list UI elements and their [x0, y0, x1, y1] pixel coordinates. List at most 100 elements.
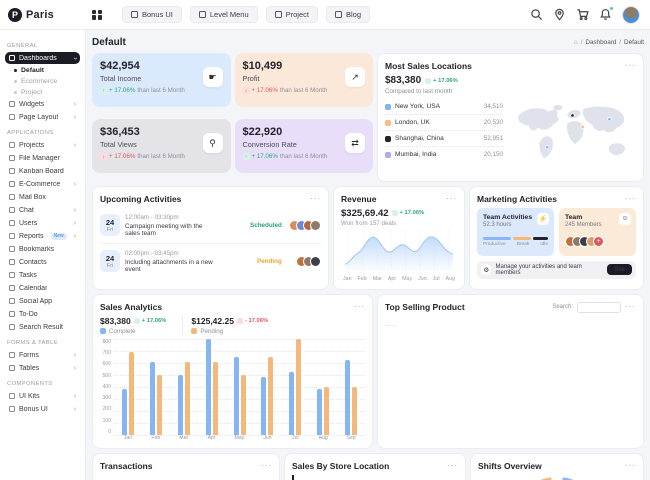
sidebar-item-kanban-board[interactable]: Kanban Board — [5, 165, 80, 177]
bar-complete[interactable] — [206, 339, 211, 435]
add-member-button[interactable]: + — [593, 236, 604, 247]
see-button[interactable]: See — [607, 264, 632, 275]
widgets-icon — [9, 101, 15, 107]
revenue-subtitle: Won from 157 deals — [341, 220, 457, 227]
product-search-input[interactable] — [577, 302, 621, 313]
sales-analytics-card: Sales Analytics ··· $83,380 + 17.06% Com… — [92, 294, 373, 449]
ui-kits-icon — [9, 393, 15, 399]
bar-complete[interactable] — [122, 389, 127, 435]
home-icon[interactable]: ⌂ — [574, 39, 578, 46]
notifications-bell-icon[interactable] — [599, 8, 612, 21]
breadcrumb-default[interactable]: Default — [624, 39, 644, 46]
sidebar-item-tables[interactable]: Tables› — [5, 362, 80, 374]
sidebar-nav: GENERALDashboards›DefaultEcommerceProjec… — [5, 43, 80, 415]
cart-icon[interactable] — [576, 8, 589, 21]
nav-button-level-menu[interactable]: Level Menu — [190, 6, 258, 23]
card-menu-icon[interactable]: ··· — [625, 195, 636, 203]
bullet-icon — [14, 91, 17, 94]
card-menu-icon[interactable]: ··· — [447, 462, 458, 470]
color-swatch — [385, 152, 391, 158]
card-menu-icon[interactable]: ··· — [625, 62, 636, 70]
team-tile: ☺ Team 245 Members + — [559, 208, 636, 256]
sidebar-item-label: E-Commerce — [19, 181, 60, 188]
sidebar-item-file-manager[interactable]: File Manager — [5, 152, 80, 164]
sidebar-item-users[interactable]: Users› — [5, 217, 80, 229]
card-menu-icon[interactable]: ··· — [354, 303, 365, 311]
sidebar-item-tasks[interactable]: Tasks — [5, 269, 80, 281]
nav-button-blog[interactable]: Blog — [326, 6, 370, 23]
activity-progress-labels: ProductiveBreakIdle — [483, 242, 548, 247]
nav-button-bonus-ui[interactable]: Bonus UI — [122, 6, 182, 23]
activity-item[interactable]: 24Fri12:00am - 03:30pmCampaign meeting w… — [100, 208, 321, 243]
bar-complete[interactable] — [150, 362, 155, 435]
location-row-mumbai-india[interactable]: Mumbai, India20,150 — [385, 147, 503, 162]
sidebar-item-bonus-ui[interactable]: Bonus UI› — [5, 403, 80, 415]
sidebar-item-projects[interactable]: Projects› — [5, 139, 80, 151]
bar-pending[interactable] — [241, 375, 246, 435]
bar-pending[interactable] — [129, 352, 134, 435]
sidebar-item-calendar[interactable]: Calendar — [5, 282, 80, 294]
card-menu-icon[interactable]: ··· — [625, 303, 636, 311]
location-pin-icon[interactable] — [553, 8, 566, 21]
sidebar-item-bookmarks[interactable]: Bookmarks — [5, 243, 80, 255]
sidebar-item-social-app[interactable]: Social App — [5, 295, 80, 307]
bar-complete[interactable] — [178, 375, 183, 435]
bar-complete[interactable] — [234, 357, 239, 435]
sidebar-item-contacts[interactable]: Contacts — [5, 256, 80, 268]
sidebar-item-reports[interactable]: ReportsNew› — [5, 230, 80, 242]
apps-grid-icon[interactable] — [92, 10, 102, 20]
card-menu-icon[interactable]: ··· — [625, 462, 636, 470]
stat-card-total-views[interactable]: $36,453Total Views↓+ 17.06% than last 6 … — [92, 119, 231, 173]
sidebar-item-chat[interactable]: Chat› — [5, 204, 80, 216]
sidebar-item-forms[interactable]: Forms› — [5, 349, 80, 361]
x-tick: May — [402, 276, 412, 282]
user-avatar[interactable] — [622, 6, 640, 24]
sidebar-item-to-do[interactable]: To-Do — [5, 308, 80, 320]
chevron-right-icon: › — [74, 393, 76, 400]
card-menu-icon[interactable]: ··· — [310, 195, 321, 203]
bar-pending[interactable] — [157, 375, 162, 435]
brand-name: Paris — [26, 9, 54, 21]
breadcrumb-dashboard[interactable]: Dashboard — [585, 39, 616, 46]
location-row-london-uk[interactable]: London, UK20,530 — [385, 115, 503, 131]
card-menu-icon[interactable]: ··· — [261, 462, 272, 470]
sidebar-item-widgets[interactable]: Widgets› — [5, 98, 80, 110]
chevron-right-icon: › — [74, 181, 76, 188]
bar-pending[interactable] — [352, 387, 357, 435]
search-icon[interactable] — [530, 8, 543, 21]
sidebar-item-dashboards[interactable]: Dashboards› — [5, 52, 80, 64]
sidebar-section-title: APPLICATIONS — [7, 130, 78, 136]
stat-card-conversion-rate[interactable]: $22,920Conversion Rate↑+ 17.06% than las… — [235, 119, 374, 173]
nav-button-project[interactable]: Project — [266, 6, 318, 23]
bar-complete[interactable] — [317, 389, 322, 435]
sidebar-item-ui-kits[interactable]: UI Kits› — [5, 390, 80, 402]
location-name: Mumbai, India — [395, 151, 436, 158]
bar-pending[interactable] — [185, 362, 190, 435]
location-row-new-york-usa[interactable]: New York, USA34,510 — [385, 99, 503, 115]
brand[interactable]: P Paris — [0, 8, 86, 22]
location-row-shanghai-china[interactable]: Shanghai, China52,951 — [385, 131, 503, 147]
sidebar-subitem-ecommerce[interactable]: Ecommerce — [5, 76, 80, 87]
select-all-checkbox[interactable] — [385, 317, 397, 326]
bar-complete[interactable] — [261, 377, 266, 435]
bar-pending[interactable] — [268, 357, 273, 435]
bar-complete[interactable] — [289, 372, 294, 434]
sidebar-item-label: Mail Box — [19, 194, 46, 201]
sidebar-item-e-commerce[interactable]: E-Commerce › — [5, 178, 80, 190]
sidebar-item-mail-box[interactable]: Mail Box — [5, 191, 80, 203]
card-menu-icon[interactable]: ··· — [446, 195, 457, 203]
sidebar-item-search-result[interactable]: Search Result — [5, 321, 80, 333]
stat-card-total-income[interactable]: $42,954Total Income↑+ 17.06% than last 6… — [92, 53, 231, 107]
bar-pending[interactable] — [324, 387, 329, 435]
sidebar-subitem-project[interactable]: Project — [5, 87, 80, 98]
activity-item[interactable]: 24Fri02:00pm - 03:45pmIncluding attachme… — [100, 243, 321, 279]
delta-suffix: than last 6 Month — [137, 87, 184, 94]
sidebar-subitem-default[interactable]: Default — [5, 65, 80, 76]
sidebar-item-page-layout[interactable]: Page Layout› — [5, 111, 80, 123]
delta-percent: + 17.06% — [252, 153, 278, 160]
bar-pending[interactable] — [296, 339, 301, 435]
bar-pending[interactable] — [213, 362, 218, 435]
bar-complete[interactable] — [345, 360, 350, 434]
stat-card-profit[interactable]: $10,499Profit↓+ 17.06% than last 6 Month… — [235, 53, 374, 107]
chevron-down-icon: › — [71, 57, 78, 59]
